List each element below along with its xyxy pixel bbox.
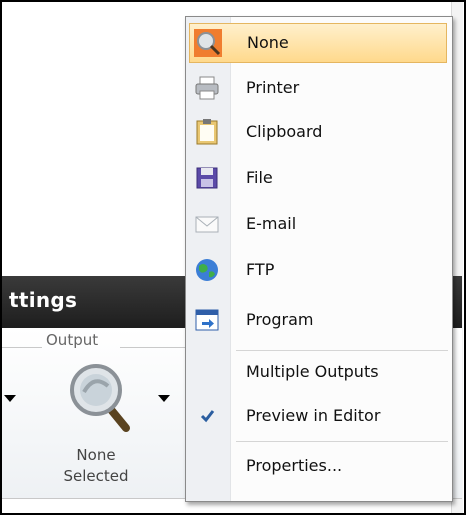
menu-item-none[interactable]: None [189,23,447,63]
none-selected-line2: Selected [63,467,129,485]
menu-item-label: File [246,168,273,187]
menu-item-label: FTP [246,260,275,279]
menu-item-label: Clipboard [246,122,323,141]
program-window-icon [195,309,219,331]
menu-item-label: Properties... [246,456,343,475]
menu-item-label: Program [246,310,314,329]
menu-separator [236,441,448,442]
none-selected-label[interactable]: None Selected [54,445,138,487]
printer-icon [195,76,219,100]
none-selected-line1: None [76,446,116,464]
magnifier-icon [194,29,222,57]
envelope-icon [195,216,219,233]
menu-item-ftp[interactable]: FTP [189,251,447,291]
menu-item-properties[interactable]: Properties... [189,447,447,487]
group-divider-left [2,347,42,348]
menu-item-printer[interactable]: Printer [189,69,447,109]
app-window: ttings Output None Selected None Printer… [0,0,466,515]
menu-item-clipboard[interactable]: Clipboard [189,113,447,153]
output-menu: None Printer Clipboard File E-mail FTP P… [185,16,453,502]
menu-item-label: Multiple Outputs [246,362,379,381]
magnifier-icon[interactable] [68,362,132,432]
clipboard-icon [196,119,218,145]
menu-item-label: Printer [246,78,300,97]
floppy-disk-icon [196,167,218,189]
group-divider-right [120,347,185,348]
output-dropdown-arrow[interactable] [158,395,170,402]
menu-item-program[interactable]: Program [189,301,447,341]
checkmark-icon [200,410,215,423]
menu-item-label: Preview in Editor [246,406,381,425]
menu-item-file[interactable]: File [189,159,447,199]
ribbon-tab-title: ttings [9,288,78,312]
menu-item-label: E-mail [246,214,297,233]
menu-item-multiple-outputs[interactable]: Multiple Outputs [189,353,447,393]
menu-item-email[interactable]: E-mail [189,205,447,245]
globe-icon [196,259,218,281]
menu-item-label: None [247,33,289,52]
left-dropdown-arrow[interactable] [4,395,16,402]
menu-separator [236,350,448,351]
menu-item-preview-in-editor[interactable]: Preview in Editor [189,397,447,437]
output-group-label: Output [46,331,99,349]
